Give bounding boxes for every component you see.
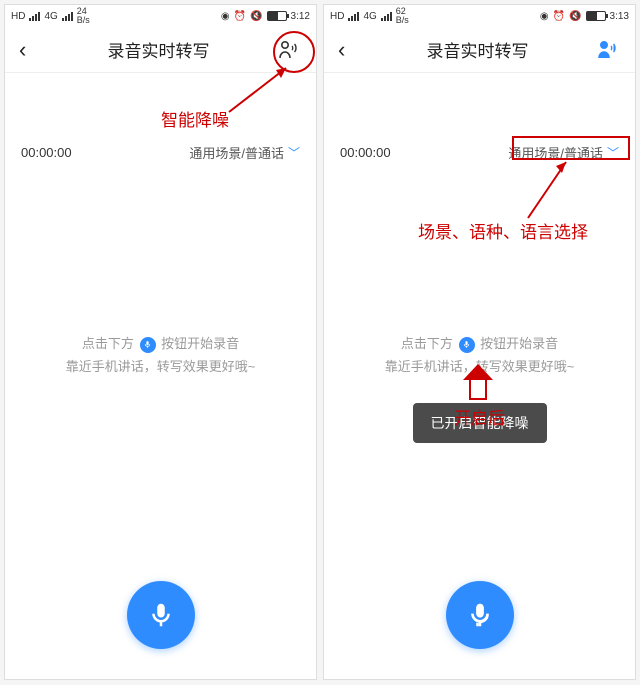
nav-bar: ‹ 录音实时转写 [5,27,316,73]
page-title: 录音实时转写 [43,37,274,62]
network-type: 4G [363,11,376,22]
battery-icon [267,11,287,21]
phone-right: HD 4G 62B/s ◉ ⏰ 🔇 3:13 ‹ 录音实时转写 [323,4,636,680]
mute-icon: 🔇 [569,11,581,22]
mic-icon [459,337,475,353]
hint-text: 点击下方 按钮开始录音 靠近手机讲话，转写效果更好哦~ [19,332,302,379]
timer: 00:00:00 [340,145,391,160]
signal-icon [29,12,40,21]
annotation-arrow-up [463,364,493,400]
status-bar: HD 4G 62B/s ◉ ⏰ 🔇 3:13 [324,5,635,27]
chevron-down-icon: ﹀ [288,144,300,161]
eye-icon: ◉ [540,11,549,22]
network-type: 4G [44,11,57,22]
clock-time: 3:12 [291,11,310,22]
signal-icon [381,12,392,21]
eye-icon: ◉ [221,11,230,22]
annotation-circle [273,31,315,73]
hd-indicator: HD [330,11,344,22]
battery-icon [586,11,606,21]
hd-indicator: HD [11,11,25,22]
mute-icon: 🔇 [250,11,262,22]
record-button[interactable] [446,581,514,649]
nav-bar: ‹ 录音实时转写 [324,27,635,73]
net-speed: 62B/s [396,7,409,25]
signal-icon [62,12,73,21]
signal-icon [348,12,359,21]
noise-reduction-icon[interactable] [593,36,621,64]
alarm-icon: ⏰ [553,11,565,22]
alarm-icon: ⏰ [234,11,246,22]
annotation-label: 开启后 [454,404,505,429]
clock-time: 3:13 [610,11,629,22]
scene-selector[interactable]: 通用场景/普通话﹀ [189,143,300,162]
back-button[interactable]: ‹ [338,37,362,63]
status-bar: HD 4G 24B/s ◉ ⏰ 🔇 3:12 [5,5,316,27]
mic-icon [140,337,156,353]
annotation-rect [512,136,630,160]
annotation-label: 场景、语种、语言选择 [418,218,588,243]
record-button[interactable] [127,581,195,649]
back-button[interactable]: ‹ [19,37,43,63]
page-title: 录音实时转写 [362,37,593,62]
annotation-label: 智能降噪 [161,106,229,131]
net-speed: 24B/s [77,7,90,25]
timer: 00:00:00 [21,145,72,160]
